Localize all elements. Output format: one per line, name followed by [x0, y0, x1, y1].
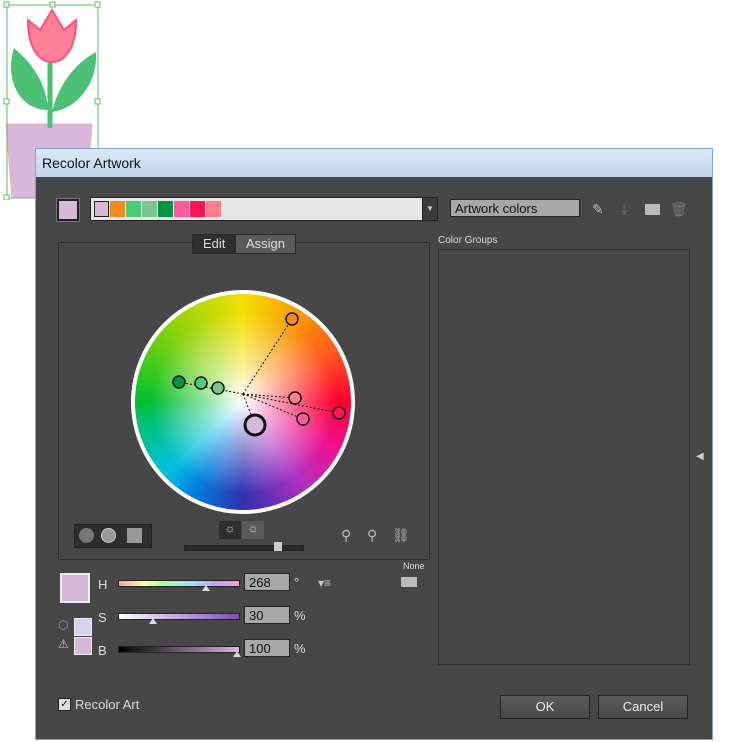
current-color-swatch	[60, 573, 90, 603]
view-mode-group	[74, 524, 152, 548]
save-group-icon[interactable]: ⤓	[621, 201, 627, 218]
hue-slider-thumb[interactable]	[202, 585, 210, 591]
cancel-button[interactable]: Cancel	[598, 695, 688, 719]
marker-pink[interactable]	[296, 412, 310, 426]
saturation-unit: %	[294, 608, 306, 623]
marker-green[interactable]	[194, 376, 208, 390]
color-groups-list[interactable]	[438, 249, 690, 665]
color-bars-icon[interactable]	[127, 528, 142, 543]
trash-icon[interactable]: 🗑	[670, 201, 688, 218]
web-safe-swatch[interactable]	[74, 618, 92, 636]
marker-orange[interactable]	[285, 312, 299, 326]
h-label: H	[98, 577, 108, 592]
marker-green-light[interactable]	[211, 381, 225, 395]
gamut-warning-icon: ⚠	[58, 637, 69, 651]
expand-panel-icon[interactable]: ◀	[696, 451, 704, 462]
folder-icon[interactable]	[645, 204, 660, 215]
hue-slider[interactable]	[118, 580, 240, 587]
slider-menu-icon[interactable]: ▾≡	[318, 576, 331, 590]
smooth-wheel-icon[interactable]	[79, 528, 94, 543]
in-gamut-swatch[interactable]	[74, 637, 92, 655]
brightness-slider[interactable]	[184, 545, 304, 551]
recolor-art-label: Recolor Art	[75, 697, 140, 712]
marker-green-dark[interactable]	[172, 375, 186, 389]
brightness-value-thumb[interactable]	[233, 651, 241, 657]
marker-base-color[interactable]	[243, 413, 267, 437]
brightness-input[interactable]: 100	[244, 639, 290, 657]
s-label: S	[98, 610, 107, 625]
show-saturation-icon[interactable]: ☼	[219, 521, 241, 539]
recolor-art-checkbox[interactable]: ✓	[58, 698, 71, 711]
hue-unit: °	[294, 575, 300, 590]
color-library-label: None	[403, 561, 425, 571]
saturation-slider-thumb[interactable]	[149, 618, 157, 624]
eyedropper-icon[interactable]: ✎	[592, 201, 604, 218]
color-group-name-field[interactable]: Artwork colors	[450, 199, 580, 217]
saturation-input[interactable]: 30	[244, 606, 290, 624]
marker-red-pink[interactable]	[332, 406, 346, 420]
brightness-slider-thumb[interactable]	[274, 542, 282, 551]
link-harmony-icon[interactable]: ⛓	[392, 527, 410, 544]
brightness-unit: %	[294, 641, 306, 656]
segmented-wheel-icon[interactable]	[101, 528, 116, 543]
recolor-artwork-dialog: Recolor Artwork ▼ Artwork colors ✎ ⤓ 🗑 E…	[35, 148, 713, 740]
b-label: B	[98, 643, 107, 658]
add-color-tool-icon[interactable]: ⚲	[341, 527, 351, 544]
remove-color-tool-icon[interactable]: ⚲	[367, 527, 377, 544]
marker-pink-light[interactable]	[288, 391, 302, 405]
ok-button[interactable]: OK	[500, 695, 590, 719]
saturation-slider[interactable]	[118, 613, 240, 620]
out-of-web-icon: ⬡	[58, 618, 69, 632]
brightness-value-slider[interactable]	[118, 646, 240, 653]
hue-input[interactable]: 268	[244, 573, 290, 591]
color-library-icon[interactable]	[401, 577, 417, 587]
color-groups-label: Color Groups	[438, 235, 498, 246]
wheel-markers[interactable]	[36, 149, 436, 549]
show-brightness-icon[interactable]: ☼	[242, 521, 264, 539]
